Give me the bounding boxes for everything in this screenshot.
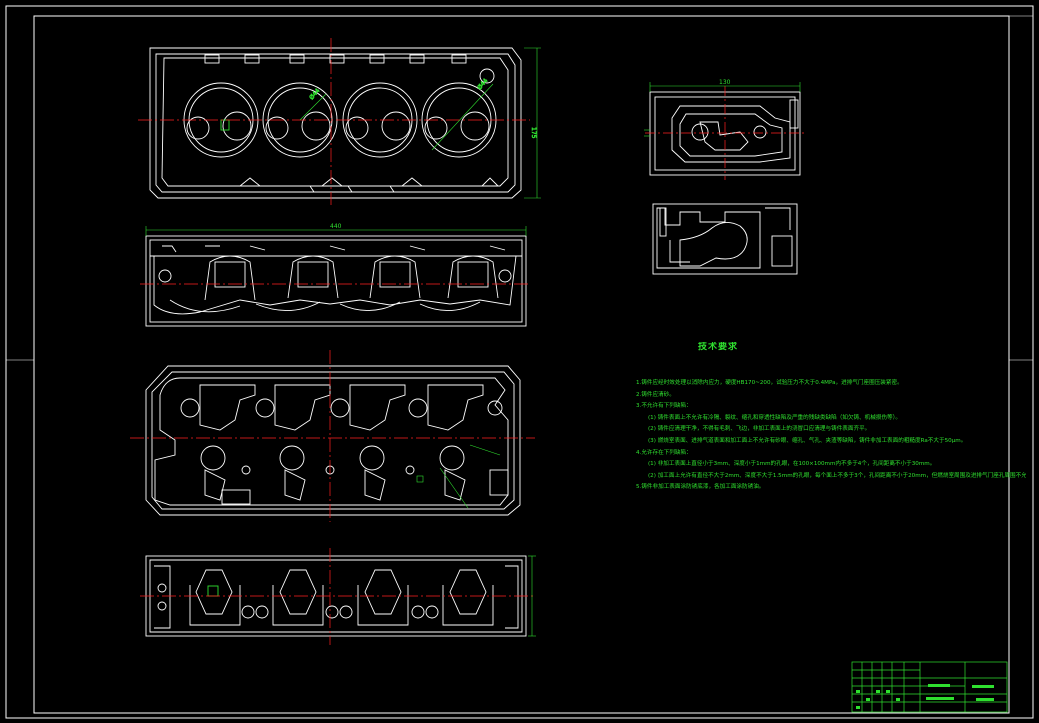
tech-note-line: (2) 加工面上允许有直径不大于2mm、深度不大于1.5mm的孔眼，每个面上不多… [648,472,1026,479]
bottom-view-centerlines [130,350,535,522]
end-view-dims: 130 [644,79,801,137]
tech-note-line: (2) 铸件应清理干净，不得有毛刺、飞边，非加工表面上的浇冒口应清理与铸件表面齐… [648,426,871,433]
tech-note-line: (1) 非加工表面上直径小于3mm、深度小于1mm的孔眼，在100×100mm内… [648,461,936,468]
tech-note-line: 3.不允许有下列缺陷： [636,403,692,410]
side-view-dims [528,555,536,637]
end-width-dim: 130 [719,79,731,86]
tech-note-line: (1) 铸件表面上不允许有冷隔、裂纹、缩孔和穿透性缺陷及严重的残缺类缺陷（如欠铸… [648,414,902,421]
top-view-dims: 175 Ø44 Ø44 [299,47,541,199]
tech-note-line: 4.允许存在下列缺陷： [636,449,692,456]
side-view-centerlines [140,548,535,645]
drawing-frame [5,5,1034,719]
front-view-dims: 440 [145,223,527,236]
cad-drawing-canvas: 175 Ø44 Ø44 440 130 [5,5,1034,719]
tech-note-line: 1.铸件应经时效处理以消除内应力，硬度HB170~200，试验压力不大于0.4M… [636,380,903,386]
tech-notes-title: 技术要求 [698,342,739,352]
title-block-fill [856,684,994,709]
front-view [145,235,527,327]
tech-note-line: 2.铸件应清砂。 [636,391,675,398]
overall-length-dim: 440 [330,223,342,230]
top-view [149,47,522,199]
bottom-view [145,365,521,516]
tech-note-line: 5.铸件非加工表面涂防锈底漆，各加工面涂防锈油。 [636,484,765,491]
tech-note-line: (3) 燃烧室表面、进排气道表面和加工面上不允许有砂眼、缩孔、气孔、夹渣等缺陷，… [648,437,967,444]
section-view [652,203,798,275]
technical-requirements: 技术要求 1.铸件应经时效处理以消除内应力，硬度HB170~200，试验压力不大… [636,342,1026,494]
valve-dia-dim-2: Ø44 [476,77,489,91]
top-height-dim: 175 [530,127,537,139]
